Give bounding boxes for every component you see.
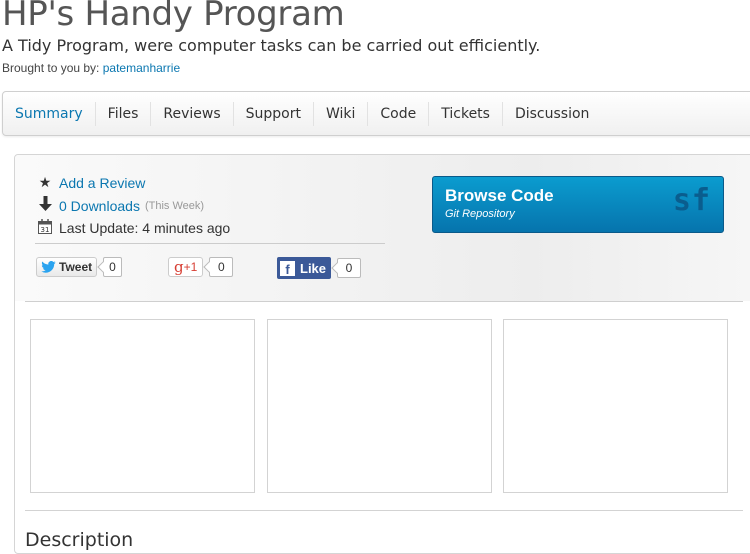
description-heading: Description bbox=[25, 529, 134, 551]
browse-code-subtitle: Git Repository bbox=[445, 208, 515, 220]
downloads-row: 0 Downloads (This Week) bbox=[37, 196, 204, 215]
tab-wiki[interactable]: Wiki bbox=[314, 101, 369, 126]
tab-tickets[interactable]: Tickets bbox=[429, 101, 503, 126]
tab-support[interactable]: Support bbox=[234, 101, 314, 126]
like-count: 0 bbox=[337, 258, 362, 278]
gplus-count: 0 bbox=[209, 257, 234, 277]
add-review-link[interactable]: Add a Review bbox=[59, 175, 145, 191]
gplus-icon: g bbox=[174, 258, 184, 276]
facebook-widget: f Like 0 bbox=[277, 257, 362, 279]
like-label: Like bbox=[300, 260, 327, 276]
facebook-icon: f bbox=[280, 260, 295, 276]
gplus-button[interactable]: g +1 bbox=[168, 257, 204, 277]
gplus-label: +1 bbox=[183, 260, 198, 274]
gplus-widget: g +1 0 bbox=[168, 257, 234, 277]
header-divider bbox=[25, 301, 743, 302]
brought-by: Brought to you by: patemanharrie bbox=[2, 61, 180, 75]
star-icon: ★ bbox=[38, 174, 52, 190]
meta-divider bbox=[35, 243, 385, 244]
author-link[interactable]: patemanharrie bbox=[103, 61, 180, 75]
project-subtitle: A Tidy Program, were computer tasks can … bbox=[2, 36, 541, 55]
screenshot-thumbnail[interactable] bbox=[267, 319, 492, 493]
screenshot-thumbnail[interactable] bbox=[503, 319, 728, 493]
summary-panel: ★ Add a Review 0 Downloads (This Week) 3… bbox=[14, 154, 750, 554]
facebook-like-button[interactable]: f Like bbox=[277, 257, 332, 279]
tab-discussion[interactable]: Discussion bbox=[503, 102, 601, 126]
last-update-text: Last Update: 4 minutes ago bbox=[59, 220, 231, 236]
tab-code[interactable]: Code bbox=[368, 101, 430, 126]
twitter-bird-icon bbox=[41, 261, 56, 273]
tweet-count: 0 bbox=[103, 257, 122, 277]
last-update-row: 31 Last Update: 4 minutes ago bbox=[37, 219, 230, 237]
calendar-icon: 31 bbox=[37, 219, 53, 237]
tab-reviews[interactable]: Reviews bbox=[151, 101, 234, 126]
download-arrow-icon bbox=[37, 196, 53, 215]
brought-by-label: Brought to you by: bbox=[2, 61, 100, 75]
downloads-period: (This Week) bbox=[144, 199, 205, 212]
tab-files[interactable]: Files bbox=[96, 101, 152, 126]
tab-summary[interactable]: Summary bbox=[3, 101, 96, 126]
svg-text:31: 31 bbox=[41, 226, 50, 234]
sourceforge-logo-icon: sf bbox=[672, 183, 711, 218]
project-title: HP's Handy Program bbox=[2, 0, 345, 34]
browse-code-button[interactable]: Browse Code Git Repository sf bbox=[432, 176, 724, 233]
screenshot-thumbnail[interactable] bbox=[30, 319, 255, 493]
tweet-button[interactable]: Tweet bbox=[36, 257, 98, 277]
add-review-row: ★ Add a Review bbox=[37, 174, 146, 191]
tweet-label: Tweet bbox=[59, 260, 93, 274]
downloads-link[interactable]: 0 Downloads bbox=[59, 198, 140, 214]
project-tabs: Summary Files Reviews Support Wiki Code … bbox=[2, 91, 750, 136]
browse-code-title: Browse Code bbox=[445, 186, 554, 205]
screenshots-divider bbox=[25, 510, 743, 511]
tweet-widget: Tweet 0 bbox=[36, 257, 122, 277]
